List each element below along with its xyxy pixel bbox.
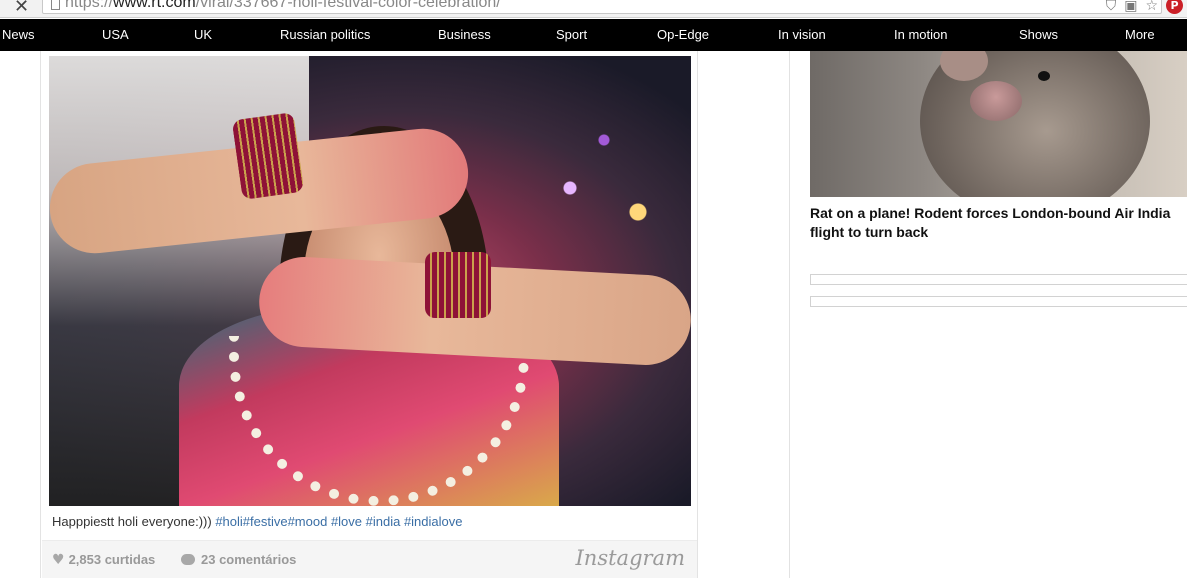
close-icon[interactable]: ✕ — [14, 0, 29, 17]
photo-lights — [519, 116, 689, 236]
heart-icon: ♥ — [52, 552, 65, 568]
page-icon — [51, 0, 60, 10]
site-nav: News USA UK Russian politics Business Sp… — [0, 19, 1187, 51]
nav-item-news[interactable]: News — [2, 19, 35, 51]
photo-bangles-bottom — [425, 252, 491, 318]
nav-item-op-edge[interactable]: Op-Edge — [657, 19, 709, 51]
comment-bubble-icon — [181, 554, 195, 565]
instagram-logo[interactable]: Instagram — [576, 546, 685, 570]
shield-icon[interactable]: ⛉ — [1106, 0, 1117, 14]
likes-count[interactable]: ♥ 2,853 curtidas — [52, 552, 155, 568]
story-thumbnail[interactable] — [810, 51, 1187, 197]
caption-hashtags[interactable]: #holi#festive#mood #love #india #indialo… — [215, 514, 462, 529]
nav-item-in-vision[interactable]: In vision — [778, 19, 826, 51]
story-headline[interactable]: Rat on a plane! Rodent forces London-bou… — [810, 204, 1187, 242]
post-footer: ♥ 2,853 curtidas 23 comentários Instagram — [42, 540, 697, 578]
instagram-photo[interactable] — [49, 56, 691, 506]
nav-item-more[interactable]: More — [1125, 19, 1155, 51]
photo-bangles-top — [231, 112, 305, 200]
ad-placeholder-line — [810, 274, 1187, 285]
rat-snout — [970, 81, 1022, 121]
nav-item-uk[interactable]: UK — [194, 19, 212, 51]
caption-text: Happpiestt holi everyone:))) — [52, 514, 216, 529]
likes-label: 2,853 curtidas — [68, 552, 156, 567]
browser-toolbar: ✕ https://www.rt.com/viral/337667-holi-f… — [0, 0, 1187, 18]
column-divider — [789, 51, 790, 578]
toolbar-icons: ⛉ ▣ ☆ P — [1106, 0, 1183, 14]
comments-label: 23 comentários — [201, 552, 297, 567]
rat-eye — [1038, 71, 1050, 81]
nav-item-in-motion[interactable]: In motion — [894, 19, 947, 51]
nav-item-sport[interactable]: Sport — [556, 19, 587, 51]
address-bar[interactable]: https://www.rt.com/viral/337667-holi-fes… — [42, 0, 1162, 14]
extension-icon[interactable]: ▣ — [1124, 0, 1137, 14]
nav-item-shows[interactable]: Shows — [1019, 19, 1058, 51]
ad-placeholder-line — [810, 296, 1187, 307]
url-text: https://www.rt.com/viral/337667-holi-fes… — [65, 0, 501, 11]
post-caption: Happpiestt holi everyone:))) #holi#festi… — [52, 514, 462, 529]
nav-item-usa[interactable]: USA — [102, 19, 129, 51]
star-icon[interactable]: ☆ — [1145, 0, 1158, 14]
nav-item-russian-politics[interactable]: Russian politics — [280, 19, 370, 51]
pinterest-icon[interactable]: P — [1166, 0, 1183, 14]
nav-item-business[interactable]: Business — [438, 19, 491, 51]
comments-count[interactable]: 23 comentários — [181, 552, 296, 567]
instagram-embed: Happpiestt holi everyone:))) #holi#festi… — [40, 51, 698, 578]
